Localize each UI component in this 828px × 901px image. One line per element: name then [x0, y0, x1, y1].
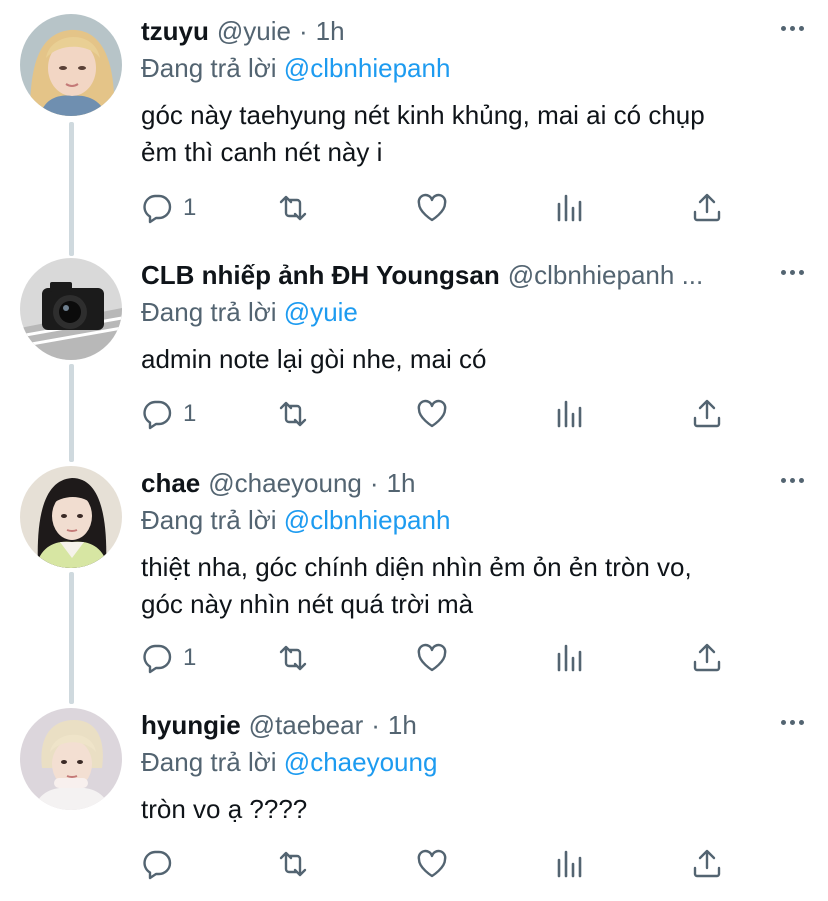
reply-count: 1 — [183, 194, 197, 221]
retweet-icon — [279, 195, 307, 221]
tweet-text-line: góc này nhìn nét quá trời mà — [141, 589, 474, 619]
timestamp[interactable]: 1h — [388, 708, 417, 742]
analytics-icon — [557, 644, 582, 672]
tweet-text: tròn vo ạ ???? — [141, 791, 808, 828]
share-button[interactable] — [691, 638, 723, 678]
share-button[interactable] — [691, 394, 723, 434]
analytics-button[interactable] — [554, 188, 586, 228]
mention-link[interactable]: @yuie — [284, 297, 358, 327]
user-handle[interactable]: @chaeyoung — [208, 466, 362, 500]
replying-to: Đang trả lời @yuie — [141, 295, 808, 329]
blonde-woman-avatar-icon — [20, 14, 122, 116]
camera-avatar-icon — [20, 258, 122, 360]
share-icon — [693, 193, 721, 222]
display-name[interactable]: tzuyu — [141, 14, 209, 48]
display-name[interactable]: hyungie — [141, 708, 241, 742]
replying-label: Đang trả lời — [141, 53, 277, 83]
replying-to: Đang trả lời @clbnhiepanh — [141, 503, 808, 537]
separator-dot: · — [298, 16, 308, 46]
display-name[interactable]: chae — [141, 466, 200, 500]
retweet-button[interactable] — [277, 188, 309, 228]
mention-link[interactable]: @chaeyoung — [284, 747, 438, 777]
share-icon — [693, 643, 721, 672]
mention-link[interactable]: @clbnhiepanh — [284, 505, 451, 535]
like-button[interactable] — [416, 638, 448, 678]
share-icon — [693, 849, 721, 878]
retweet-button[interactable] — [277, 638, 309, 678]
replying-label: Đang trả lời — [141, 505, 277, 535]
user-handle[interactable]: @taebear — [249, 708, 364, 742]
tweet-text-line: góc này taehyung nét kinh khủng, mai ai … — [141, 100, 705, 130]
display-name[interactable]: CLB nhiếp ảnh ĐH Youngsan — [141, 258, 500, 292]
tweet[interactable]: CLB nhiếp ảnh ĐH Youngsan @clbnhiepanh .… — [0, 244, 828, 444]
tweet-actions — [141, 844, 741, 884]
heart-icon — [417, 399, 447, 428]
analytics-button[interactable] — [554, 844, 586, 884]
avatar[interactable] — [20, 466, 122, 568]
retweet-icon — [279, 645, 307, 671]
mention-link[interactable]: @clbnhiepanh — [284, 53, 451, 83]
separator-dot: · — [371, 710, 380, 740]
analytics-icon — [557, 194, 582, 222]
blond-man-avatar-icon — [20, 708, 122, 810]
tweet-text-line: tròn vo ạ ???? — [141, 794, 308, 824]
analytics-icon — [557, 850, 582, 878]
replying-label: Đang trả lời — [141, 747, 277, 777]
replying-to: Đang trả lời @chaeyoung — [141, 745, 808, 779]
replying-label: Đang trả lời — [141, 297, 277, 327]
tweet[interactable]: chae @chaeyoung · 1h Đang trả lời @clbnh… — [0, 452, 828, 692]
like-button[interactable] — [416, 844, 448, 884]
tweet[interactable]: tzuyu @yuie · 1h Đang trả lời @clbnhiepa… — [0, 0, 828, 240]
reply-button[interactable] — [141, 844, 183, 884]
share-button[interactable] — [691, 844, 723, 884]
retweet-button[interactable] — [277, 394, 309, 434]
tweet[interactable]: hyungie @taebear · 1h Đang trả lời @chae… — [0, 694, 828, 901]
reply-button[interactable]: 1 — [141, 188, 196, 228]
analytics-icon — [557, 400, 582, 428]
tweet-text-line: ẻm thì canh nét này i — [141, 137, 383, 167]
analytics-button[interactable] — [554, 394, 586, 434]
user-handle[interactable]: @clbnhiepanh ... — [508, 258, 704, 292]
tweet-actions: 1 — [141, 394, 741, 434]
tweet-text-line: thiệt nha, góc chính diện nhìn ẻm ỏn ẻn … — [141, 552, 692, 582]
reply-icon — [143, 400, 172, 430]
user-handle[interactable]: @yuie — [217, 14, 291, 48]
reply-icon — [143, 194, 172, 224]
timestamp[interactable]: 1h — [316, 14, 345, 48]
more-options-icon[interactable] — [781, 720, 804, 725]
more-options-icon[interactable] — [781, 270, 804, 275]
heart-icon — [417, 849, 447, 878]
tweet-actions: 1 — [141, 188, 741, 228]
dark-hair-woman-avatar-icon — [20, 466, 122, 568]
avatar[interactable] — [20, 14, 122, 116]
replying-to: Đang trả lời @clbnhiepanh — [141, 51, 808, 85]
avatar[interactable] — [20, 708, 122, 810]
timestamp[interactable]: 1h — [387, 466, 416, 500]
retweet-icon — [279, 401, 307, 427]
heart-icon — [417, 643, 447, 672]
tweet-text: thiệt nha, góc chính diện nhìn ẻm ỏn ẻn … — [141, 549, 808, 623]
reply-button[interactable]: 1 — [141, 638, 196, 678]
retweet-icon — [279, 851, 307, 877]
tweet-text-line: admin note lại gòi nhe, mai có — [141, 344, 487, 374]
tweet-actions: 1 — [141, 638, 741, 678]
reply-button[interactable]: 1 — [141, 394, 196, 434]
analytics-button[interactable] — [554, 638, 586, 678]
more-options-icon[interactable] — [781, 478, 804, 483]
tweet-text: góc này taehyung nét kinh khủng, mai ai … — [141, 97, 808, 171]
share-icon — [693, 399, 721, 428]
retweet-button[interactable] — [277, 844, 309, 884]
heart-icon — [417, 193, 447, 222]
avatar[interactable] — [20, 258, 122, 360]
reply-count: 1 — [183, 400, 197, 427]
reply-icon — [143, 850, 172, 880]
tweet-text: admin note lại gòi nhe, mai có — [141, 341, 808, 378]
separator-dot: · — [369, 468, 379, 498]
reply-icon — [143, 644, 172, 674]
share-button[interactable] — [691, 188, 723, 228]
more-options-icon[interactable] — [781, 26, 804, 31]
like-button[interactable] — [416, 188, 448, 228]
reply-count: 1 — [183, 644, 197, 671]
like-button[interactable] — [416, 394, 448, 434]
